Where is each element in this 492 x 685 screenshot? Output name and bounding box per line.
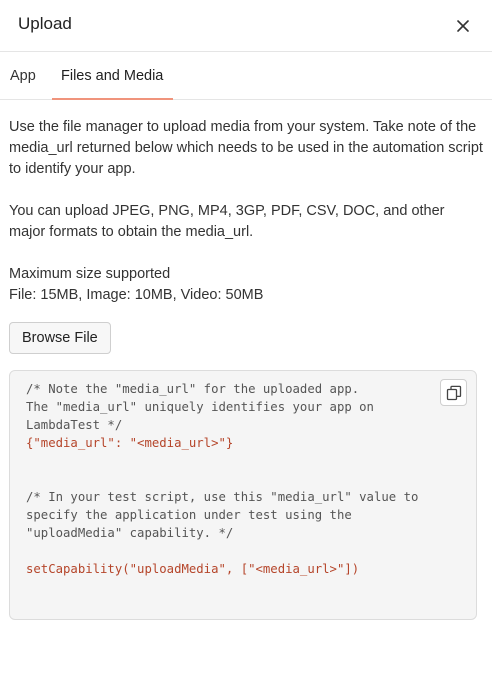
code-capability-line: setCapability("uploadMedia", ["<media_ur… bbox=[26, 562, 360, 576]
supported-formats-text: You can upload JPEG, PNG, MP4, 3GP, PDF,… bbox=[9, 203, 445, 240]
max-size-info: Maximum size supported File: 15MB, Image… bbox=[9, 264, 483, 306]
max-size-label: Maximum size supported bbox=[9, 266, 171, 282]
tab-app[interactable]: App bbox=[10, 68, 36, 84]
tab-files-and-media[interactable]: Files and Media bbox=[61, 68, 163, 84]
close-button[interactable] bbox=[454, 17, 472, 35]
browse-file-button[interactable]: Browse File bbox=[9, 322, 111, 354]
copy-icon bbox=[446, 385, 462, 401]
panel-title: Upload bbox=[18, 14, 72, 33]
code-comment-line: "uploadMedia" capability. */ bbox=[26, 526, 234, 540]
active-tab-indicator bbox=[52, 98, 173, 100]
panel-header: Upload bbox=[0, 0, 492, 52]
tab-bar: App Files and Media bbox=[0, 52, 492, 100]
tab-content: Use the file manager to upload media fro… bbox=[0, 100, 492, 354]
close-icon bbox=[457, 20, 469, 32]
code-comment-line: LambdaTest */ bbox=[26, 418, 123, 432]
copy-button[interactable] bbox=[440, 379, 467, 406]
code-comment-line: The "media_url" uniquely identifies your… bbox=[26, 400, 374, 414]
code-comment-line: /* In your test script, use this "media_… bbox=[26, 490, 419, 504]
code-comment-line: specify the application under test using… bbox=[26, 508, 352, 522]
code-snippet-box: /* Note the "media_url" for the uploaded… bbox=[9, 370, 477, 620]
code-comment-line: /* Note the "media_url" for the uploaded… bbox=[26, 382, 360, 396]
max-size-values: File: 15MB, Image: 10MB, Video: 50MB bbox=[9, 287, 264, 303]
code-json-line: {"media_url": "<media_url>"} bbox=[26, 436, 234, 450]
upload-panel: Upload App Files and Media Use the file … bbox=[0, 0, 492, 685]
upload-instructions: Use the file manager to upload media fro… bbox=[9, 119, 483, 177]
